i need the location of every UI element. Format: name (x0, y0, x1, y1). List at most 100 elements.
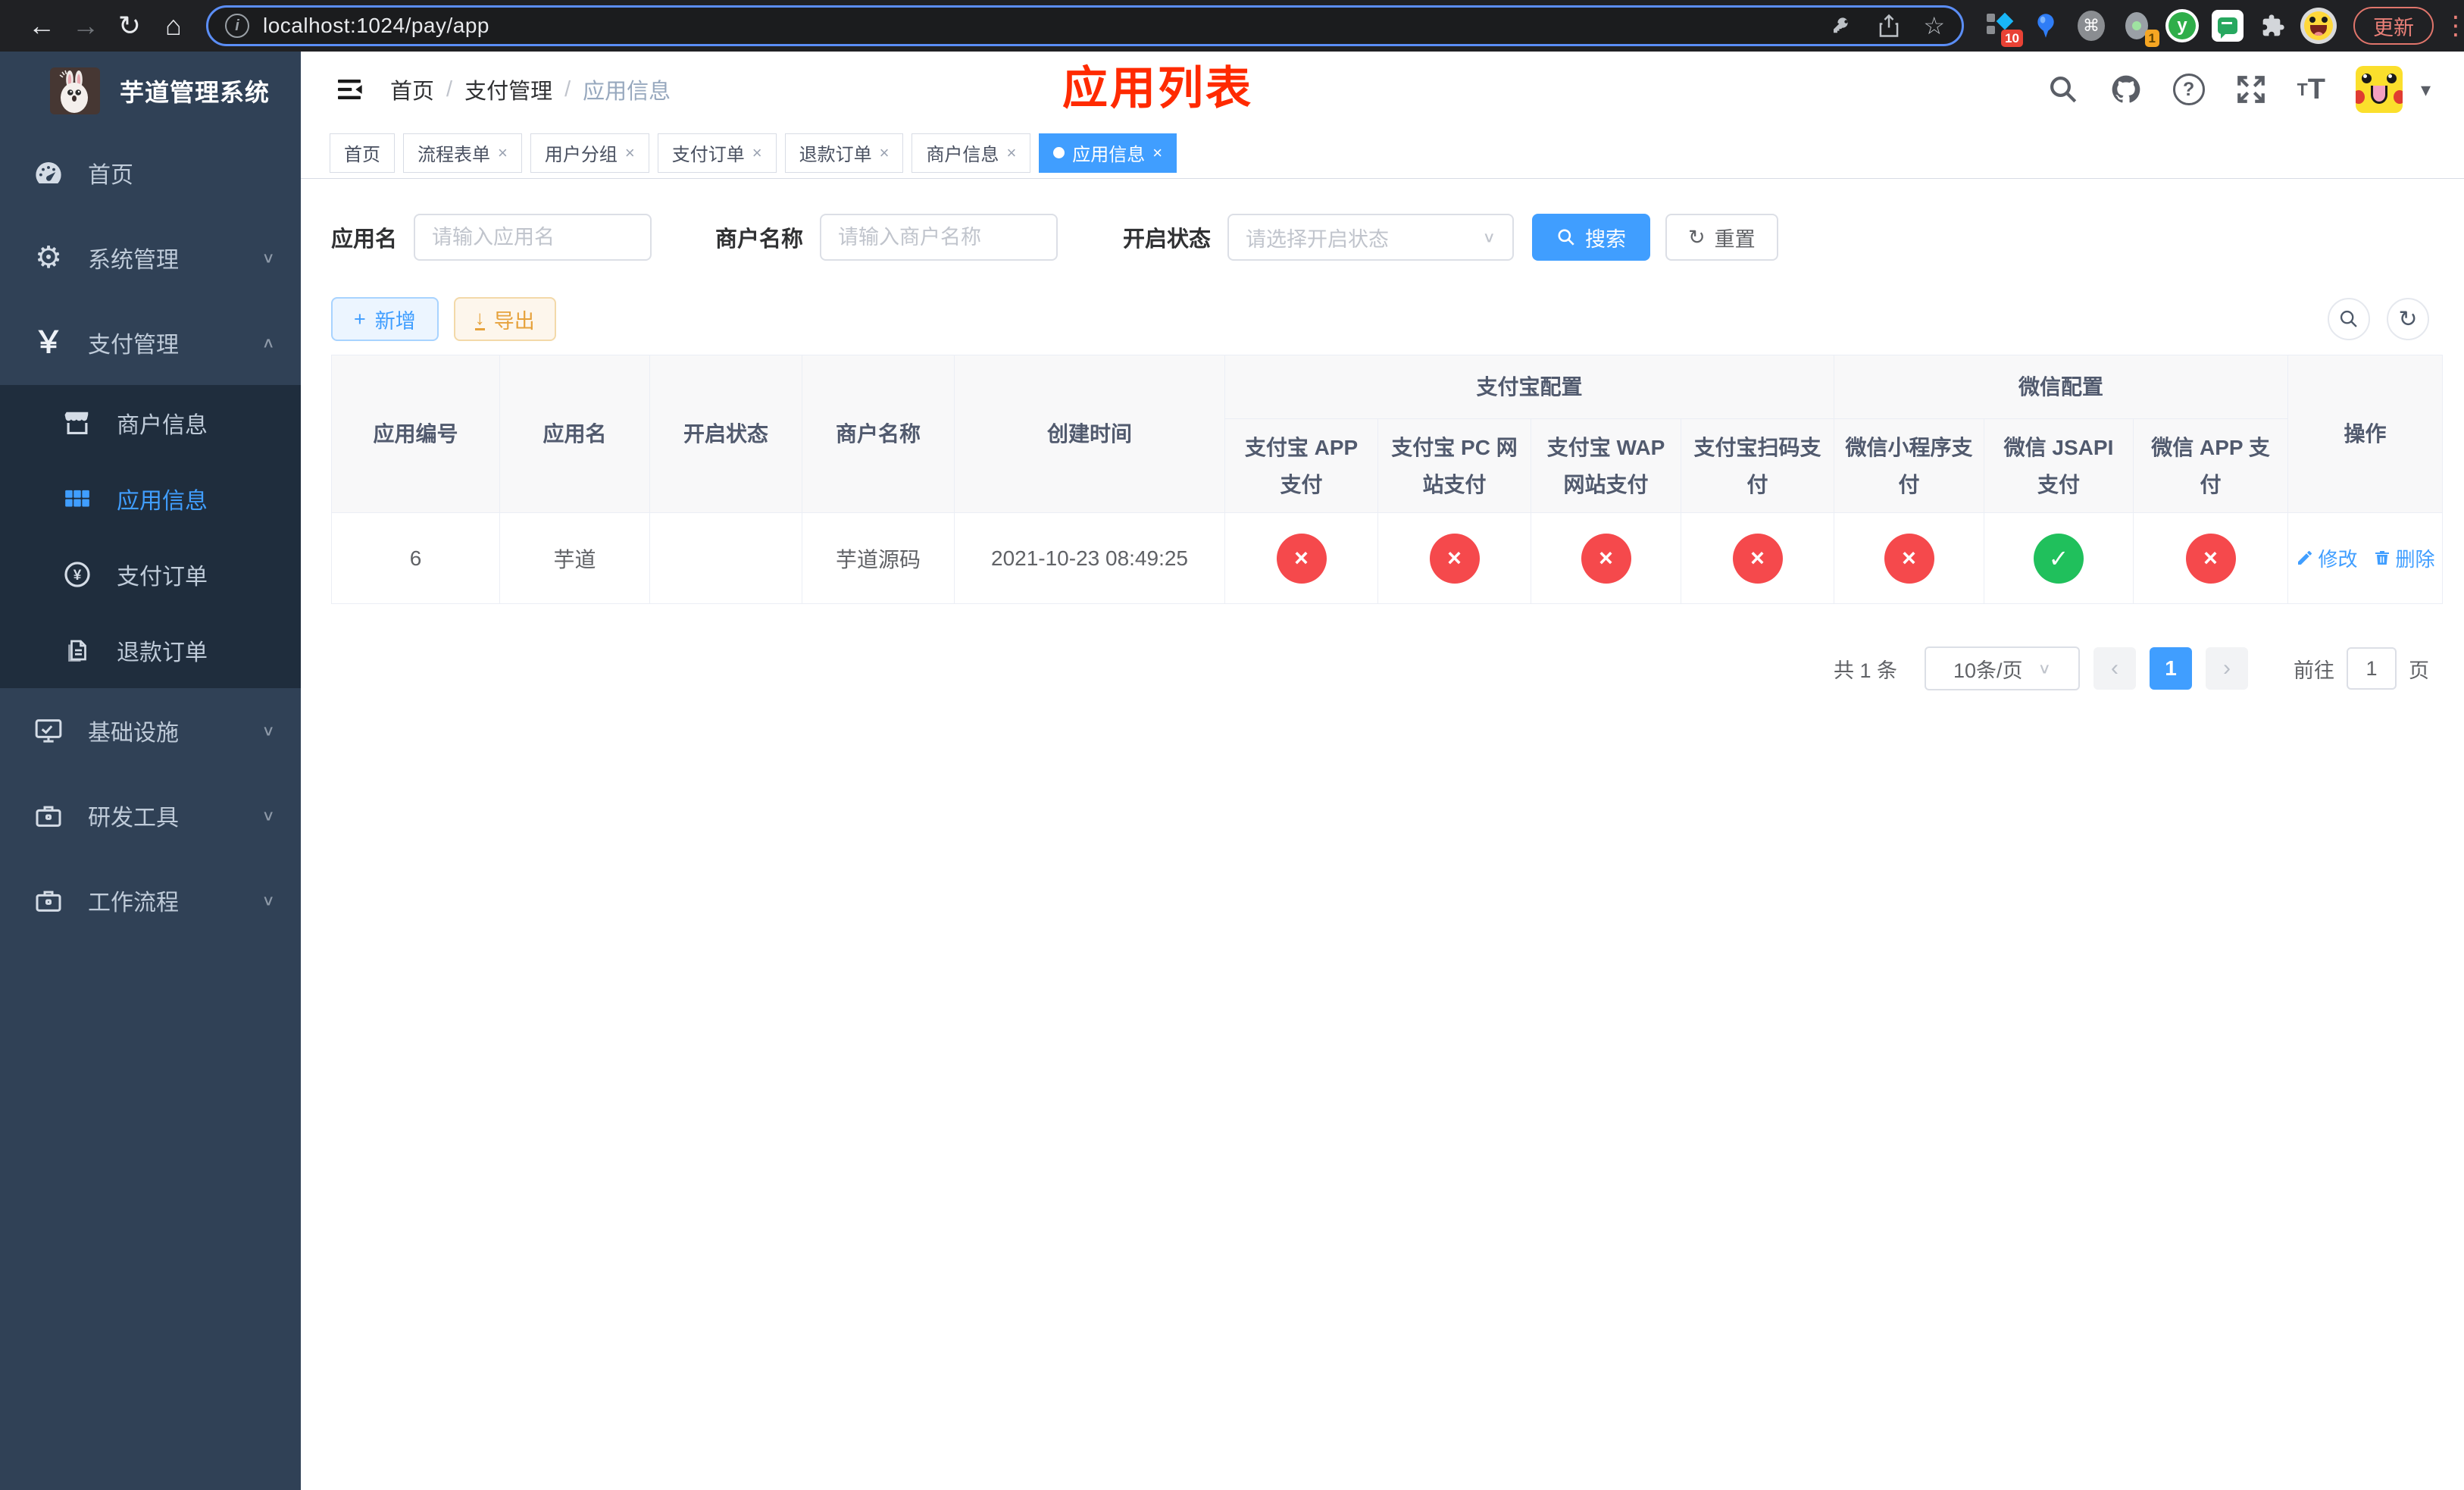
close-icon[interactable]: × (880, 143, 890, 163)
cell-app-id: 6 (331, 512, 500, 604)
plus-icon: + (354, 307, 366, 330)
refresh-list-button[interactable]: ↻ (2387, 298, 2429, 340)
address-bar[interactable]: i localhost:1024/pay/app ☆ (206, 5, 1964, 46)
avatar-caret-icon[interactable]: ▾ (2421, 78, 2431, 102)
tab-app-info[interactable]: 应用信息 × (1039, 133, 1177, 173)
extension-panel-icon[interactable]: 10 (1981, 6, 2023, 47)
browser-profile-avatar[interactable] (2299, 6, 2338, 45)
col-actions: 操作 (2287, 355, 2444, 513)
merchant-name-input[interactable] (838, 225, 1040, 249)
goto-page-input[interactable] (2347, 647, 2397, 690)
alipay-pc-status-icon: × (1429, 533, 1480, 584)
chevron-down-icon: ∨ (2037, 660, 2052, 677)
close-icon[interactable]: × (1152, 143, 1162, 163)
col-wechat-mini: 微信小程序支付 (1834, 418, 1985, 513)
page-1-button[interactable]: 1 (2150, 647, 2192, 690)
sidebar-item-system[interactable]: ⚙ 系统管理 ∨ (0, 215, 301, 300)
browser-update-button[interactable]: 更新 (2353, 7, 2434, 45)
sidebar-item-label: 支付订单 (117, 565, 208, 590)
sidebar-item-app-info[interactable]: 应用信息 (0, 461, 301, 537)
export-button[interactable]: ↓ 导出 (453, 297, 556, 341)
group-alipay-config: 支付宝配置 (1224, 355, 1835, 419)
forward-icon[interactable]: → (64, 10, 108, 42)
col-alipay-wap: 支付宝 WAP 网站支付 (1531, 418, 1681, 513)
search-icon[interactable] (2047, 74, 2079, 105)
status-label: 开启状态 (1123, 227, 1212, 252)
app-logo-row[interactable]: 芋道管理系统 (0, 52, 301, 130)
password-key-icon[interactable] (1831, 14, 1855, 38)
chevron-up-icon: ∧ (261, 334, 275, 351)
sidebar-item-payment[interactable]: ￥ 支付管理 ∧ (0, 300, 301, 385)
cell-merchant: 芋道源码 (802, 512, 955, 604)
sidebar-item-pay-orders[interactable]: ¥ 支付订单 (0, 537, 301, 612)
sidebar-item-merchant-info[interactable]: 商户信息 (0, 385, 301, 461)
breadcrumb-payment[interactable]: 支付管理 (464, 74, 552, 105)
help-icon[interactable]: ? (2172, 74, 2205, 105)
command-extension-icon[interactable]: ⌘ (2072, 6, 2111, 45)
sidebar-item-label: 研发工具 (88, 806, 179, 831)
fullscreen-icon[interactable] (2235, 74, 2267, 105)
font-size-icon[interactable]: TT (2297, 74, 2325, 106)
tab-refund-orders[interactable]: 退款订单 × (784, 133, 904, 173)
total-count: 共 1 条 (1833, 659, 1897, 682)
reload-icon[interactable]: ↻ (108, 10, 152, 42)
add-button[interactable]: + 新增 (331, 297, 439, 341)
sidebar-item-label: 基础设施 (88, 721, 179, 746)
github-icon[interactable] (2109, 73, 2143, 106)
tab-merchant-info[interactable]: 商户信息 × (911, 133, 1031, 173)
home-icon[interactable]: ⌂ (152, 10, 195, 42)
next-page-button[interactable]: › (2206, 647, 2248, 690)
sidebar-item-infrastructure[interactable]: 基础设施 ∨ (0, 688, 301, 773)
close-icon[interactable]: × (625, 143, 635, 163)
back-icon[interactable]: ← (20, 10, 64, 42)
balloon-extension-icon[interactable] (2026, 6, 2065, 45)
sidebar-item-home[interactable]: 首页 (0, 130, 301, 215)
yuan-circle-icon: ¥ (59, 560, 95, 589)
tab-user-group[interactable]: 用户分组 × (530, 133, 649, 173)
y-logo-extension-icon[interactable]: y (2162, 6, 2202, 45)
search-form: 应用名 商户名称 开启状态 请选择开启状态 ∨ 搜索 ↻ 重置 (331, 214, 2429, 261)
sidebar-item-refund-orders[interactable]: 退款订单 (0, 612, 301, 688)
tags-view-bar: 首页 流程表单 × 用户分组 × 支付订单 × 退款订单 × 商户信息 × 应用信息 × (301, 127, 2464, 179)
close-icon[interactable]: × (752, 143, 762, 163)
breadcrumb-current: 应用信息 (583, 80, 671, 104)
tab-process-form[interactable]: 流程表单 × (403, 133, 522, 173)
breadcrumb-home[interactable]: 首页 (390, 74, 434, 105)
edit-link[interactable]: 修改 (2296, 544, 2358, 572)
site-info-icon[interactable]: i (225, 14, 249, 38)
recorder-extension-icon[interactable]: 1 (2117, 6, 2159, 47)
cell-created: 2021-10-23 08:49:25 (954, 512, 1225, 604)
chevron-down-icon: ∨ (261, 722, 275, 739)
search-button[interactable]: 搜索 (1532, 214, 1651, 261)
col-merchant: 商户名称 (802, 355, 955, 513)
sidebar-item-dev-tools[interactable]: 研发工具 ∨ (0, 773, 301, 858)
delete-link[interactable]: 删除 (2373, 544, 2435, 572)
sidebar-item-workflow[interactable]: 工作流程 ∨ (0, 858, 301, 943)
extensions-puzzle-icon[interactable] (2253, 6, 2293, 45)
close-icon[interactable]: × (498, 143, 508, 163)
bookmark-star-icon[interactable]: ☆ (1923, 11, 1945, 40)
user-avatar[interactable] (2355, 66, 2403, 113)
wechat-jsapi-status-icon: ✓ (2034, 533, 2084, 584)
status-select[interactable]: 请选择开启状态 ∨ (1227, 214, 1515, 261)
yuan-icon: ￥ (33, 326, 64, 359)
table-toolbar: + 新增 ↓ 导出 ↻ (331, 297, 2429, 341)
show-search-button[interactable] (2328, 298, 2370, 340)
wechat-mini-status-icon: × (1884, 533, 1934, 584)
hamburger-icon[interactable] (334, 74, 364, 105)
close-icon[interactable]: × (1006, 143, 1016, 163)
payment-submenu: 商户信息 应用信息 ¥ 支付订单 退款订单 (0, 385, 301, 688)
breadcrumb: 首页 / 支付管理 / 应用信息 (390, 74, 671, 105)
page-size-select[interactable]: 10条/页 ∨ (1925, 646, 2080, 690)
cell-app-name: 芋道 (499, 512, 650, 604)
app-name-input[interactable] (432, 225, 634, 249)
chat-extension-icon[interactable] (2208, 6, 2247, 45)
alipay-wap-status-icon: × (1581, 533, 1631, 584)
browser-menu-icon[interactable]: ⋮ (2443, 11, 2464, 41)
tab-home[interactable]: 首页 (330, 133, 395, 173)
prev-page-button[interactable]: ‹ (2093, 647, 2136, 690)
share-icon[interactable] (1878, 14, 1900, 38)
tab-pay-orders[interactable]: 支付订单 × (657, 133, 777, 173)
page-header: 首页 / 支付管理 / 应用信息 ? TT ▾ (301, 52, 2464, 127)
reset-button[interactable]: ↻ 重置 (1665, 214, 1778, 261)
